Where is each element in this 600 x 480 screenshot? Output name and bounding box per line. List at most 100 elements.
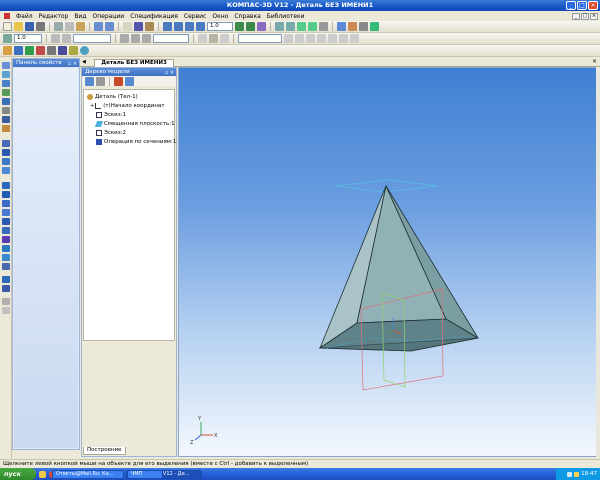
menu-libraries[interactable]: Библиотеки — [264, 13, 308, 20]
model-canvas[interactable]: X Y Z — [179, 68, 599, 458]
menu-help[interactable]: Справка — [231, 13, 263, 20]
save-icon[interactable] — [25, 22, 34, 31]
hole-icon[interactable] — [2, 218, 10, 225]
search-field[interactable] — [238, 34, 282, 43]
dimensions-icon[interactable] — [2, 89, 10, 96]
zoom-window-icon[interactable] — [185, 22, 194, 31]
volume-icon[interactable] — [574, 471, 580, 477]
taskbar-mail[interactable]: Ответы@Mail.Ru: Ка... — [52, 469, 124, 479]
tree-item-sketch-2[interactable]: Эскиз:2 — [96, 129, 126, 137]
cut-revolve-icon[interactable] — [2, 191, 10, 198]
properties-icon[interactable] — [123, 22, 132, 31]
pan-icon[interactable] — [235, 22, 244, 31]
tree-pin-icon[interactable]: ▫ × — [165, 69, 174, 77]
tree-view-icon[interactable] — [85, 76, 94, 86]
mirror-icon[interactable] — [2, 254, 10, 261]
maximize-button[interactable]: □ — [577, 1, 587, 10]
display-mode-icon[interactable] — [220, 34, 229, 43]
coordinate-field[interactable] — [73, 34, 111, 43]
ortho-icon[interactable] — [120, 34, 129, 43]
expand-icon[interactable]: + — [90, 102, 94, 110]
close-tab-icon[interactable]: × — [592, 58, 597, 65]
select-icon[interactable] — [337, 22, 346, 31]
copy-icon[interactable] — [65, 22, 74, 31]
tab-scroll-left-icon[interactable]: ◀ — [82, 59, 86, 65]
tree-structure-icon[interactable] — [114, 76, 123, 86]
edit-part-icon[interactable] — [3, 46, 12, 55]
cut-icon[interactable] — [54, 22, 63, 31]
geometry-icon[interactable] — [2, 62, 10, 69]
view-orient-icon[interactable] — [209, 34, 218, 43]
menu-operations[interactable]: Операции — [89, 13, 127, 20]
dimension-icon[interactable] — [284, 34, 293, 43]
section-icon[interactable] — [317, 34, 326, 43]
check-icon[interactable] — [339, 34, 348, 43]
tab-construction[interactable]: Построение — [83, 447, 126, 455]
menu-editor[interactable]: Редактор — [36, 13, 72, 20]
array-icon[interactable] — [2, 245, 10, 252]
taskbar-folder[interactable]: ЧМП — [127, 469, 163, 479]
local-cs-icon[interactable] — [62, 34, 71, 43]
zoom-field[interactable]: 1.0 — [207, 22, 233, 31]
surfaces-icon[interactable] — [2, 276, 10, 283]
variables-icon[interactable] — [134, 22, 143, 31]
parametrization-icon[interactable] — [2, 80, 10, 87]
shell-icon[interactable] — [2, 236, 10, 243]
filter-icon[interactable] — [348, 22, 357, 31]
perspective-icon[interactable] — [319, 22, 328, 31]
grid-icon[interactable] — [3, 34, 12, 43]
viewport-scrollbar[interactable] — [596, 67, 600, 457]
tree-item-part[interactable]: Деталь (Тел-1) — [87, 93, 138, 101]
macro-icon[interactable] — [58, 46, 67, 55]
menu-service[interactable]: Сервис — [181, 13, 209, 20]
sweep-icon[interactable] — [2, 158, 10, 165]
tree-mode-icon[interactable] — [96, 76, 105, 86]
snap-icon[interactable] — [359, 22, 368, 31]
help-icon[interactable] — [370, 22, 379, 31]
panel-pin-icon[interactable]: ▫ × — [68, 60, 77, 68]
draft-icon[interactable] — [2, 263, 10, 270]
selection-icon[interactable] — [2, 116, 10, 123]
tree-icon[interactable] — [14, 46, 23, 55]
zoom-in-icon[interactable] — [163, 22, 172, 31]
options-icon[interactable] — [350, 34, 359, 43]
layer-icon[interactable] — [51, 34, 60, 43]
quicklaunch-folder-icon[interactable] — [39, 470, 46, 478]
measurements-icon[interactable] — [2, 107, 10, 114]
chamfer-icon[interactable] — [2, 209, 10, 216]
network-icon[interactable] — [567, 471, 573, 477]
new-file-icon[interactable] — [3, 22, 12, 31]
spec-panel-icon[interactable] — [2, 125, 10, 132]
loft-tool-icon[interactable] — [2, 167, 10, 174]
print-icon[interactable] — [36, 22, 45, 31]
scale-field[interactable]: 1.0 — [14, 34, 42, 43]
cursor-icon[interactable] — [142, 34, 151, 43]
tools-icon[interactable] — [69, 46, 78, 55]
tab-document[interactable]: Деталь БЕЗ ИМЕНИ3 — [94, 59, 174, 67]
rib-icon[interactable] — [2, 227, 10, 234]
model-viewport[interactable]: X Y Z — [178, 67, 598, 457]
snap-settings-icon[interactable] — [131, 34, 140, 43]
constraint-icon[interactable] — [295, 34, 304, 43]
library-icon[interactable] — [25, 46, 34, 55]
tree-filter-icon[interactable] — [125, 76, 134, 86]
fillet-icon[interactable] — [2, 200, 10, 207]
doc-minimize-button[interactable]: _ — [572, 12, 580, 20]
tree-item-sketch-1[interactable]: Эскиз:1 — [96, 111, 126, 119]
menu-specification[interactable]: Спецификация — [127, 13, 181, 20]
wireframe-icon[interactable] — [275, 22, 284, 31]
menu-window[interactable]: Окно — [209, 13, 231, 20]
app-icon[interactable] — [4, 13, 10, 19]
open-folder-icon[interactable] — [14, 22, 23, 31]
hidden-lines-icon[interactable] — [286, 22, 295, 31]
tree-item-origin[interactable]: + (т)Начало координат — [90, 102, 165, 110]
shaded-edges-icon[interactable] — [308, 22, 317, 31]
shaded-icon[interactable] — [297, 22, 306, 31]
redo-icon[interactable] — [105, 22, 114, 31]
paste-icon[interactable] — [76, 22, 85, 31]
zoom-out-icon[interactable] — [174, 22, 183, 31]
revolve-icon[interactable] — [2, 149, 10, 156]
editing-icon[interactable] — [2, 71, 10, 78]
spec-icon[interactable] — [36, 46, 45, 55]
orientation-icon[interactable] — [257, 22, 266, 31]
